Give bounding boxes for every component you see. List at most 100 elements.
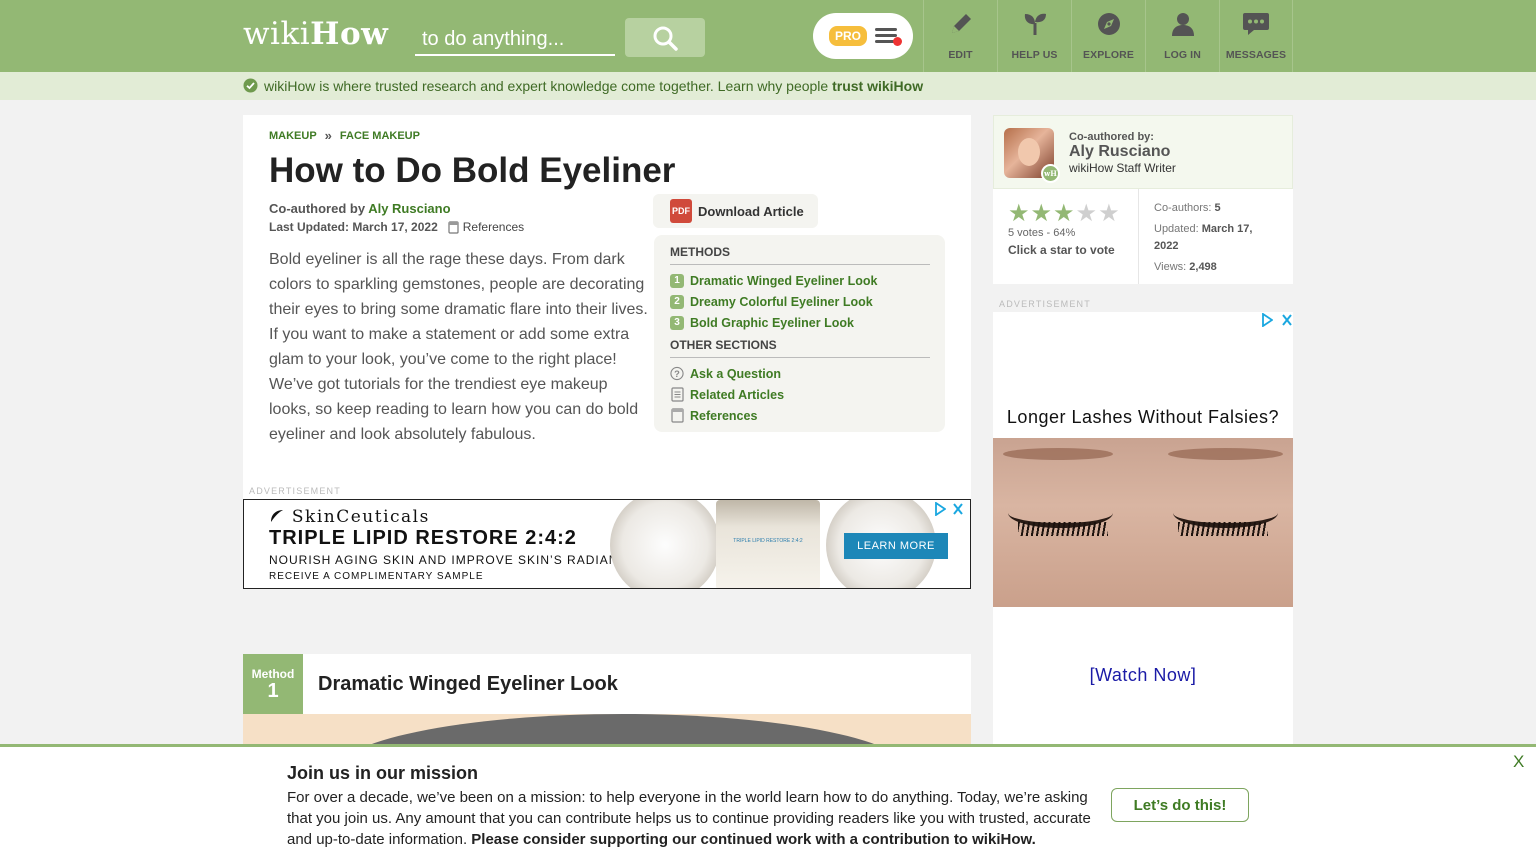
- banner-ad[interactable]: SkinCeuticals TRIPLE LIPID RESTORE 2:4:2…: [243, 499, 971, 589]
- star-rating[interactable]: ★ ★ ★ ★ ★: [1008, 202, 1120, 226]
- mission-body-bold: Please consider supporting our continued…: [471, 831, 1036, 848]
- bookmark-icon: [448, 220, 459, 234]
- bookmark-icon: [670, 408, 684, 423]
- star-icon[interactable]: ★: [1008, 202, 1030, 226]
- breadcrumb-face-makeup[interactable]: FACE MAKEUP: [340, 130, 420, 142]
- nav-label: HELP US: [1011, 49, 1058, 61]
- toc-method-3[interactable]: 3 Bold Graphic Eyeliner Look: [670, 312, 930, 333]
- wikihow-badge-icon: wH: [1041, 164, 1060, 183]
- close-banner-button[interactable]: X: [1513, 752, 1524, 772]
- eyelash-photo: [993, 438, 1293, 607]
- eyebrow-shape: [1003, 448, 1113, 460]
- lashes-shape: [1018, 522, 1108, 536]
- updated-stat: Updated: March 17, 2022: [1154, 221, 1279, 255]
- nav-help-us[interactable]: HELP US: [997, 0, 1071, 72]
- pro-badge: PRO: [829, 26, 868, 46]
- toc-number: 3: [670, 315, 684, 330]
- stats-divider: [1138, 189, 1139, 284]
- method-label: Method: [251, 667, 295, 681]
- ad-subline-2: RECEIVE A COMPLIMENTARY SAMPLE: [269, 571, 484, 582]
- nav-messages[interactable]: MESSAGES: [1219, 0, 1293, 72]
- toc-method-2[interactable]: 2 Dreamy Colorful Eyeliner Look: [670, 291, 930, 312]
- search-button[interactable]: [625, 18, 705, 57]
- sidebar-ad-headline: Longer Lashes Without Falsies?: [1006, 407, 1280, 427]
- ad-brand-text: SkinCeuticals: [291, 507, 430, 527]
- toc-related-articles[interactable]: Related Articles: [670, 384, 930, 405]
- close-icon[interactable]: [952, 502, 964, 516]
- search-input[interactable]: [415, 19, 615, 56]
- learn-more-button[interactable]: LEARN MORE: [844, 533, 948, 559]
- sidebar-author-role: wikiHow Staff Writer: [1069, 161, 1176, 175]
- sidebar-author-name[interactable]: Aly Rusciano: [1069, 143, 1170, 161]
- toc-other-heading: OTHER SECTIONS: [670, 338, 930, 358]
- star-icon[interactable]: ★: [1031, 202, 1053, 226]
- mission-text: For over a decade, we’ve been on a missi…: [287, 787, 1102, 850]
- nav-edit[interactable]: EDIT: [923, 0, 997, 72]
- question-icon: ?: [670, 366, 684, 381]
- header-nav: EDIT HELP US EXPLORE LOG IN MESSAGES: [923, 0, 1293, 72]
- star-icon[interactable]: ★: [1098, 202, 1120, 226]
- breadcrumb-makeup[interactable]: MAKEUP: [269, 130, 317, 142]
- vote-cta: Click a star to vote: [1008, 243, 1115, 257]
- references-link[interactable]: References: [448, 220, 524, 234]
- toc-references[interactable]: References: [670, 405, 930, 426]
- toc-methods-heading: METHODS: [670, 245, 930, 265]
- download-article-button[interactable]: PDF Download Article: [653, 194, 818, 228]
- toc-label: Ask a Question: [690, 366, 781, 381]
- ad-choices-icon: [935, 502, 946, 516]
- chat-bubble-icon: [1242, 10, 1270, 38]
- toc-number: 2: [670, 294, 684, 309]
- references-label: References: [462, 220, 525, 234]
- author-link[interactable]: Aly Rusciano: [368, 201, 450, 216]
- compass-icon: [1095, 10, 1123, 38]
- logo-wiki: wiki: [243, 16, 311, 52]
- nav-explore[interactable]: EXPLORE: [1071, 0, 1145, 72]
- views-stat: Views: 2,498: [1154, 259, 1279, 276]
- toc-label: Dreamy Colorful Eyeliner Look: [690, 294, 873, 309]
- top-header: [0, 0, 1536, 72]
- last-updated-date: March 17, 2022: [352, 220, 438, 234]
- watch-now-link[interactable]: [Watch Now]: [993, 665, 1293, 686]
- toc-label: Dramatic Winged Eyeliner Look: [690, 273, 878, 288]
- nav-log-in[interactable]: LOG IN: [1145, 0, 1219, 72]
- close-icon[interactable]: [1281, 313, 1293, 327]
- trust-text: wikiHow is where trusted research and ex…: [264, 78, 833, 94]
- stat-value: 5: [1214, 202, 1221, 214]
- method-title: Dramatic Winged Eyeliner Look: [318, 673, 618, 695]
- trust-message: wikiHow is where trusted research and ex…: [264, 78, 923, 94]
- eyebrow-shape: [1168, 448, 1283, 460]
- page-title: How to Do Bold Eyeliner: [269, 151, 676, 190]
- coauthor-prefix: Co-authored by: [269, 201, 369, 216]
- votes-summary: 5 votes - 64%: [1008, 227, 1076, 239]
- method-number: 1: [267, 680, 279, 702]
- pro-menu-button[interactable]: PRO: [813, 13, 913, 59]
- contribute-button[interactable]: Let’s do this!: [1111, 788, 1249, 822]
- trust-link[interactable]: trust wikiHow: [832, 78, 923, 94]
- coauthor-line: Co-authored by Aly Rusciano: [269, 201, 451, 216]
- ad-subline: NOURISH AGING SKIN AND IMPROVE SKIN’S RA…: [269, 553, 638, 567]
- star-icon[interactable]: ★: [1076, 202, 1098, 226]
- product-image: TRIPLE LIPID RESTORE 2:4:2: [716, 500, 820, 588]
- ad-choices[interactable]: [934, 502, 964, 516]
- nav-label: MESSAGES: [1225, 49, 1287, 61]
- wikihow-logo[interactable]: wikiHow: [243, 16, 388, 52]
- ad-headline: TRIPLE LIPID RESTORE 2:4:2: [269, 527, 577, 549]
- coauthors-stat: Co-authors: 5: [1154, 200, 1279, 217]
- toc-number: 1: [670, 273, 684, 288]
- download-label: Download Article: [698, 203, 804, 219]
- toc-ask-question[interactable]: ? Ask a Question: [670, 363, 930, 384]
- menu-icon: [875, 28, 903, 46]
- lashes-shape: [1178, 522, 1268, 536]
- stat-value: 2,498: [1189, 261, 1217, 273]
- ad-choices[interactable]: [1261, 313, 1293, 327]
- star-icon[interactable]: ★: [1053, 202, 1075, 226]
- last-updated-label: Last Updated:: [269, 220, 350, 234]
- stat-label: Updated:: [1154, 223, 1199, 235]
- article-intro: Bold eyeliner is all the rage these days…: [269, 251, 648, 443]
- logo-how: How: [310, 16, 389, 52]
- ad-brand: SkinCeuticals: [269, 507, 430, 527]
- product-label: TRIPLE LIPID RESTORE 2:4:2: [733, 538, 803, 544]
- pencil-icon: [947, 10, 975, 38]
- breadcrumb: MAKEUP » FACE MAKEUP: [269, 128, 420, 143]
- toc-method-1[interactable]: 1 Dramatic Winged Eyeliner Look: [670, 270, 930, 291]
